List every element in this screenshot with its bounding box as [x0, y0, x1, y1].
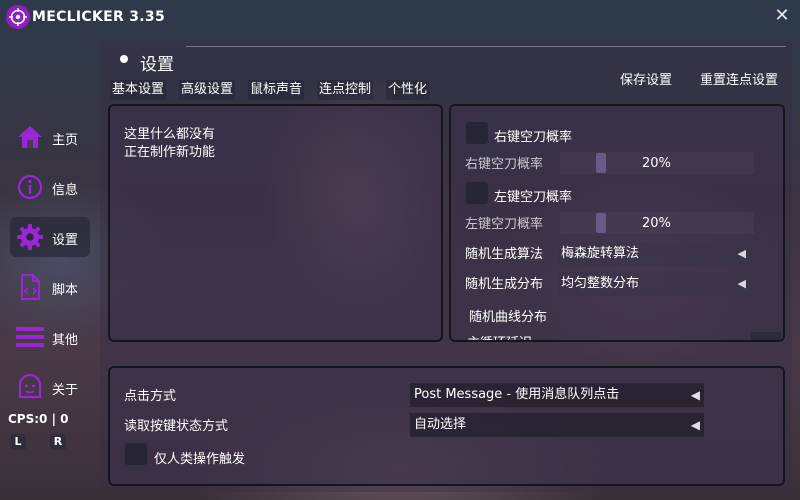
random-dist-value: 均匀整数分布	[561, 276, 640, 291]
right-knife-checkbox[interactable]	[466, 122, 488, 144]
random-curve-label: 随机曲线分布	[469, 310, 548, 325]
app-logo-icon	[6, 5, 30, 29]
empty-notice-line2: 正在制作新功能	[124, 145, 216, 160]
click-mode-select[interactable]: Post Message - 使用消息队列点击 ◀	[410, 383, 704, 407]
empty-notice-line1: 这里什么都没有	[124, 127, 216, 142]
click-mode-label: 点击方式	[124, 389, 177, 404]
cps-counter: CPS:0 | 0	[8, 412, 69, 426]
sidebar-item-home[interactable]: 主页	[10, 117, 90, 157]
left-button-indicator: L	[10, 434, 26, 450]
right-knife-rate-slider[interactable]: 20%	[560, 152, 754, 174]
app-title: MECLICKER 3.35	[32, 9, 165, 25]
slider-handle[interactable]	[596, 153, 606, 173]
random-algo-label: 随机生成算法	[465, 247, 544, 262]
sidebar-item-settings[interactable]: 设置	[10, 217, 90, 257]
right-knife-label: 右键空刀概率	[494, 130, 573, 145]
close-icon[interactable]: ✕	[772, 4, 792, 28]
info-icon	[17, 174, 43, 200]
sidebar-item-label: 脚本	[52, 283, 79, 298]
main-loop-delay-slider[interactable]	[751, 332, 781, 340]
human-only-checkbox[interactable]	[125, 443, 147, 465]
main-loop-delay-label: 主循环延迟	[467, 332, 532, 340]
left-knife-checkbox[interactable]	[466, 182, 488, 204]
read-key-select[interactable]: 自动选择 ◀	[410, 413, 704, 437]
slider-handle[interactable]	[596, 213, 606, 233]
dropdown-arrow-icon: ◀	[737, 247, 746, 260]
sidebar-item-label: 信息	[52, 183, 79, 198]
home-icon	[18, 126, 42, 148]
left-knife-rate-slider[interactable]: 20%	[560, 212, 754, 234]
left-knife-rate-value: 20%	[642, 216, 671, 231]
sidebar-item-info[interactable]: 信息	[10, 167, 90, 207]
random-settings-panel: 右键空刀概率 右键空刀概率 20% 左键空刀概率 左键空刀概率 20% 随机生成…	[449, 104, 785, 342]
tab-click-control[interactable]: 连点控制	[317, 80, 374, 100]
left-panel: 这里什么都没有 正在制作新功能	[108, 104, 443, 342]
sidebar-item-label: 主页	[52, 133, 79, 148]
sidebar-item-label: 关于	[52, 383, 79, 398]
tab-mouse-sound[interactable]: 鼠标声音	[248, 80, 305, 100]
right-button-indicator: R	[50, 434, 66, 450]
human-only-label: 仅人类操作触发	[154, 452, 246, 467]
sidebar-item-label: 其他	[52, 333, 79, 348]
tab-advanced[interactable]: 高级设置	[179, 80, 236, 100]
script-icon	[21, 274, 40, 300]
right-knife-rate-label: 右键空刀概率	[465, 157, 544, 172]
sidebar-item-label: 设置	[52, 233, 79, 248]
random-dist-select[interactable]: 均匀整数分布 ◀	[558, 272, 754, 296]
sidebar-item-script[interactable]: 脚本	[10, 267, 90, 307]
dropdown-arrow-icon: ◀	[690, 418, 700, 432]
left-knife-label: 左键空刀概率	[494, 190, 573, 205]
click-mode-value: Post Message - 使用消息队列点击	[414, 387, 620, 402]
title-bullet	[120, 55, 128, 63]
menu-icon	[16, 327, 44, 347]
sidebar-item-other[interactable]: 其他	[10, 317, 90, 357]
tab-basic[interactable]: 基本设置	[110, 80, 167, 100]
page-title: 设置	[140, 55, 174, 75]
dropdown-arrow-icon: ◀	[690, 388, 700, 402]
gear-icon	[17, 224, 43, 250]
save-settings-button[interactable]: 保存设置	[620, 69, 672, 88]
tab-personalize[interactable]: 个性化	[386, 80, 430, 100]
reset-settings-button[interactable]: 重置连点设置	[700, 69, 778, 88]
right-knife-rate-value: 20%	[642, 156, 671, 171]
random-algo-select[interactable]: 梅森旋转算法 ◀	[558, 242, 754, 266]
sidebar-item-about[interactable]: 关于	[10, 367, 90, 407]
random-dist-label: 随机生成分布	[465, 277, 544, 292]
header-divider	[186, 46, 786, 47]
random-algo-value: 梅森旋转算法	[561, 246, 640, 261]
ghost-icon	[18, 373, 42, 399]
left-knife-rate-label: 左键空刀概率	[465, 217, 544, 232]
dropdown-arrow-icon: ◀	[737, 277, 746, 290]
read-key-label: 读取按键状态方式	[124, 419, 229, 434]
click-mode-panel: 点击方式 Post Message - 使用消息队列点击 ◀ 读取按键状态方式 …	[108, 366, 785, 486]
read-key-value: 自动选择	[414, 417, 467, 432]
